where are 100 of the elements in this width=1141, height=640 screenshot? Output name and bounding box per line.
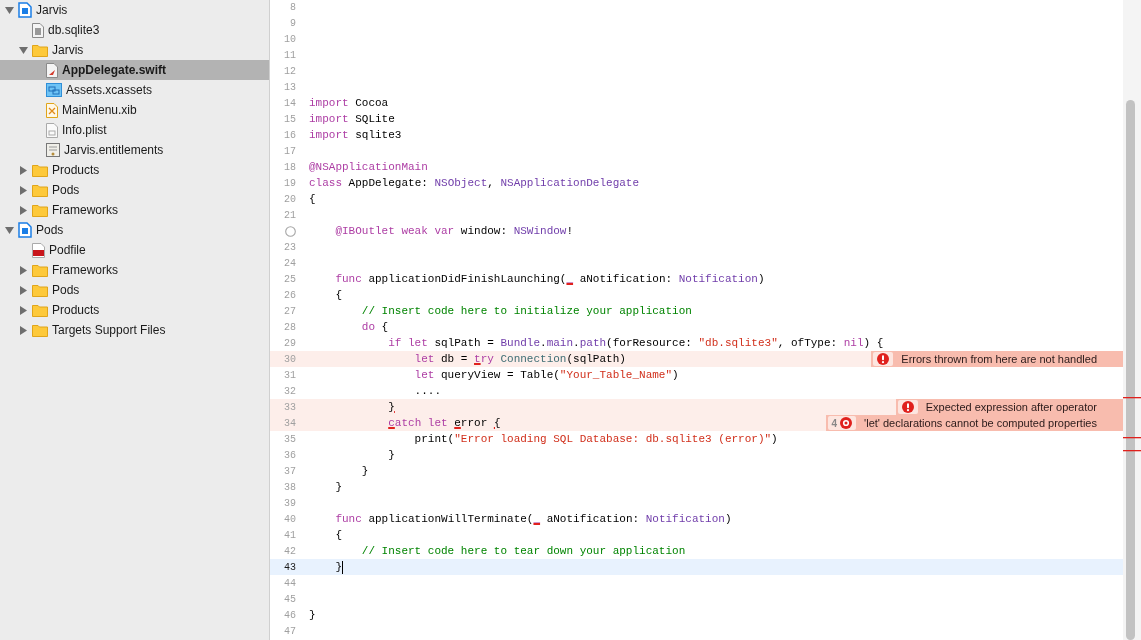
scrollbar[interactable]: [1123, 0, 1141, 640]
document-icon: [18, 2, 32, 18]
file-tree-item[interactable]: Targets Support Files: [0, 320, 269, 340]
line-number: 32: [284, 385, 296, 397]
code-line: @NSApplicationMain: [309, 161, 428, 173]
line-number: 14: [284, 97, 296, 109]
file-tree-item[interactable]: Jarvis: [0, 40, 269, 60]
line-number: 23: [284, 241, 296, 253]
code-line: {: [334, 529, 342, 541]
file-name: Products: [52, 303, 100, 317]
file-icon: [32, 22, 44, 38]
folder-icon: [32, 183, 48, 197]
line-number: 38: [284, 481, 296, 493]
folder-icon: [32, 323, 48, 337]
code-line: @IBOutlet weak var window: NSWindow!: [334, 225, 574, 237]
line-number: 41: [284, 529, 296, 541]
error-icon: [901, 401, 914, 413]
code-line: import SQLite: [309, 113, 395, 125]
file-tree-item[interactable]: Info.plist: [0, 120, 269, 140]
code-line: }: [387, 401, 395, 413]
file-tree-item[interactable]: Frameworks: [0, 200, 269, 220]
code-line: import Cocoa: [309, 97, 389, 109]
line-number: 28: [284, 321, 296, 333]
file-tree-item[interactable]: AppDelegate.swift: [0, 60, 269, 80]
line-number: 29: [284, 337, 296, 349]
line-number: 11: [284, 49, 296, 61]
file-name: Jarvis: [52, 43, 84, 57]
disclosure-down-icon[interactable]: [4, 225, 14, 235]
file-name: Assets.xcassets: [66, 83, 153, 97]
line-number: 17: [284, 145, 296, 157]
file-tree-item[interactable]: Pods: [0, 280, 269, 300]
line-number: 44: [284, 577, 296, 589]
error-message[interactable]: 4 'let' declarations cannot be computed properties: [825, 415, 1123, 431]
folder-icon: [32, 263, 48, 277]
line-number: 16: [284, 129, 296, 141]
file-tree-item[interactable]: MainMenu.xib: [0, 100, 269, 120]
line-number: 20: [284, 193, 296, 205]
file-name: Products: [52, 163, 100, 177]
file-tree-item[interactable]: db.sqlite3: [0, 20, 269, 40]
line-number: 24: [284, 257, 296, 269]
line-number: 18: [284, 161, 296, 173]
folder-icon: [32, 203, 48, 217]
error-message[interactable]: Expected expression after operator: [895, 399, 1123, 415]
file-tree-item[interactable]: Pods: [0, 220, 269, 240]
code-line: class AppDelegate: NSObject, NSApplicationDelegate: [309, 177, 640, 189]
file-name: Info.plist: [62, 123, 107, 137]
disclosure-down-icon[interactable]: [4, 5, 14, 15]
file-tree-item[interactable]: Podfile: [0, 240, 269, 260]
line-number: 45: [284, 593, 296, 605]
line-number: 13: [284, 81, 296, 93]
line-number: 33: [284, 401, 296, 413]
code-line: func applicationDidFinishLaunching(_ aNotification: Notification): [334, 273, 765, 285]
file-tree-item[interactable]: Products: [0, 160, 269, 180]
file-name: MainMenu.xib: [62, 103, 137, 117]
document-icon: [18, 222, 32, 238]
file-name: Jarvis: [36, 3, 68, 17]
line-number: 12: [284, 65, 296, 77]
file-tree-item[interactable]: Jarvis.entitlements: [0, 140, 269, 160]
file-name: Podfile: [49, 243, 86, 257]
disclosure-down-icon[interactable]: [18, 45, 28, 55]
error-icon: [877, 353, 890, 365]
line-number: 42: [284, 545, 296, 557]
file-name: Jarvis.entitlements: [64, 143, 164, 157]
code-line: do {: [360, 321, 389, 333]
code-line: print("Error loading SQL Database: db.sqlite3 (error)"): [413, 433, 778, 445]
file-tree-item[interactable]: Jarvis: [0, 0, 269, 20]
line-number: 31: [284, 369, 296, 381]
line-number: 15: [284, 113, 296, 125]
folder-icon: [32, 43, 48, 57]
line-number: 10: [284, 33, 296, 45]
code-line: }: [360, 465, 369, 477]
code-line: {: [309, 193, 316, 205]
line-number: 30: [284, 353, 296, 365]
file-name: db.sqlite3: [48, 23, 100, 37]
line-number: 37: [284, 465, 296, 477]
line-number: 39: [284, 497, 296, 509]
file-tree-item[interactable]: Pods: [0, 180, 269, 200]
file-tree-item[interactable]: Products: [0, 300, 269, 320]
code-line: if let sqlPath = Bundle.main.path(forResource: "db.sqlite3", ofType: nil) {: [387, 337, 884, 349]
error-message[interactable]: Errors thrown from here are not handled: [871, 351, 1123, 367]
line-number: 40: [284, 513, 296, 525]
file-tree-item[interactable]: Frameworks: [0, 260, 269, 280]
file-name: AppDelegate.swift: [62, 63, 166, 77]
swift-file-icon: [46, 62, 58, 78]
code-line: let db = try Connection(sqlPath): [413, 353, 626, 365]
line-number: 8: [290, 1, 296, 13]
code-line: }: [334, 560, 343, 574]
line-number: 46: [284, 609, 296, 621]
line-number: 19: [284, 177, 296, 189]
list-file-icon: [46, 122, 58, 138]
file-name: Pods: [52, 283, 80, 297]
code-line: import sqlite3: [309, 129, 402, 141]
file-name: Frameworks: [52, 263, 118, 277]
file-tree-item[interactable]: Assets.xcassets: [0, 80, 269, 100]
line-number: 9: [290, 17, 296, 29]
file-name: Targets Support Files: [52, 323, 166, 337]
line-number: 47: [284, 625, 296, 637]
code-line: func applicationWillTerminate(_ aNotification: Notification): [334, 513, 732, 525]
interface-file-icon: [46, 102, 58, 118]
file-name: Frameworks: [52, 203, 118, 217]
